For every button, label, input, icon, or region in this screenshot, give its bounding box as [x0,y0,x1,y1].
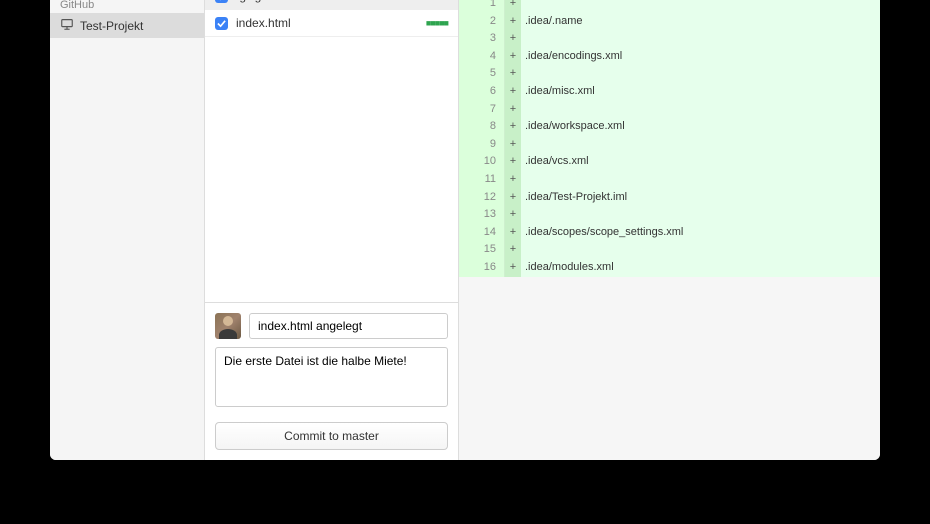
diff-content: .idea/vcs.xml [521,153,880,171]
plus-icon: + [505,0,521,13]
plus-icon: + [505,206,521,224]
line-number: 6 [459,83,505,101]
diff-content: .idea/scopes/scope_settings.xml [521,224,880,242]
line-number: 4 [459,48,505,66]
commit-summary-input[interactable] [249,313,448,339]
line-number: 16 [459,259,505,277]
file-list: .gitignore ■■■■■ index.html ■■■■■ [205,0,458,302]
line-number: 2 [459,13,505,31]
sidebar-item-label: Test-Projekt [80,19,143,33]
plus-icon: + [505,189,521,207]
diff-content: .idea/misc.xml [521,83,880,101]
changes-panel: .gitignore ■■■■■ index.html ■■■■■ Commit… [205,0,459,460]
sidebar: GitHub Test-Projekt [50,0,205,460]
line-number: 11 [459,171,505,189]
plus-icon: + [505,83,521,101]
diff-line: 16+.idea/modules.xml [459,259,880,277]
diff-line: 5+ [459,65,880,83]
diff-line: 14+.idea/scopes/scope_settings.xml [459,224,880,242]
sidebar-item-repo[interactable]: Test-Projekt [50,13,204,38]
plus-icon: + [505,241,521,259]
line-number: 9 [459,136,505,154]
line-number: 15 [459,241,505,259]
app-window: GitHub Test-Projekt .gitignore ■■■■■ [50,0,880,460]
diff-line: 12+.idea/Test-Projekt.iml [459,189,880,207]
diff-line: 11+ [459,171,880,189]
diff-content [521,171,880,189]
diff-content: .idea/encodings.xml [521,48,880,66]
line-number: 7 [459,101,505,119]
file-row[interactable]: .gitignore ■■■■■ [205,0,458,10]
diff-content: .idea/workspace.xml [521,118,880,136]
line-number: 3 [459,30,505,48]
monitor-icon [60,17,74,34]
diff-line: 4+.idea/encodings.xml [459,48,880,66]
plus-icon: + [505,101,521,119]
file-status-badge: ■■■■■ [426,18,448,28]
plus-icon: + [505,13,521,31]
commit-summary-row [215,313,448,339]
commit-button[interactable]: Commit to master [215,422,448,450]
diff-line: 13+ [459,206,880,224]
plus-icon: + [505,118,521,136]
file-checkbox[interactable] [215,0,228,3]
line-number: 5 [459,65,505,83]
diff-empty-area [459,277,880,461]
commit-description-input[interactable] [215,347,448,407]
diff-content [521,136,880,154]
diff-content: .idea/.name [521,13,880,31]
file-row[interactable]: index.html ■■■■■ [205,10,458,37]
diff-content [521,241,880,259]
line-number: 14 [459,224,505,242]
plus-icon: + [505,136,521,154]
diff-content: .idea/Test-Projekt.iml [521,189,880,207]
diff-content [521,0,880,13]
file-name: .gitignore [236,0,418,3]
sidebar-section-header: GitHub [50,0,204,13]
plus-icon: + [505,224,521,242]
diff-line: 9+ [459,136,880,154]
avatar [215,313,241,339]
diff-content: .idea/modules.xml [521,259,880,277]
plus-icon: + [505,48,521,66]
diff-panel[interactable]: 1+2+.idea/.name3+4+.idea/encodings.xml5+… [459,0,880,460]
diff-content [521,65,880,83]
diff-content [521,206,880,224]
diff-line: 6+.idea/misc.xml [459,83,880,101]
plus-icon: + [505,65,521,83]
file-checkbox[interactable] [215,17,228,30]
line-number: 10 [459,153,505,171]
diff-content [521,101,880,119]
diff-content [521,30,880,48]
line-number: 13 [459,206,505,224]
diff-line: 7+ [459,101,880,119]
diff-line: 3+ [459,30,880,48]
plus-icon: + [505,171,521,189]
diff-line: 10+.idea/vcs.xml [459,153,880,171]
line-number: 1 [459,0,505,13]
diff-line: 8+.idea/workspace.xml [459,118,880,136]
line-number: 8 [459,118,505,136]
diff-line: 1+ [459,0,880,13]
commit-area: Commit to master [205,302,458,460]
file-name: index.html [236,16,418,30]
plus-icon: + [505,30,521,48]
plus-icon: + [505,259,521,277]
file-status-badge: ■■■■■ [426,0,448,1]
diff-line: 15+ [459,241,880,259]
plus-icon: + [505,153,521,171]
line-number: 12 [459,189,505,207]
diff-line: 2+.idea/.name [459,13,880,31]
